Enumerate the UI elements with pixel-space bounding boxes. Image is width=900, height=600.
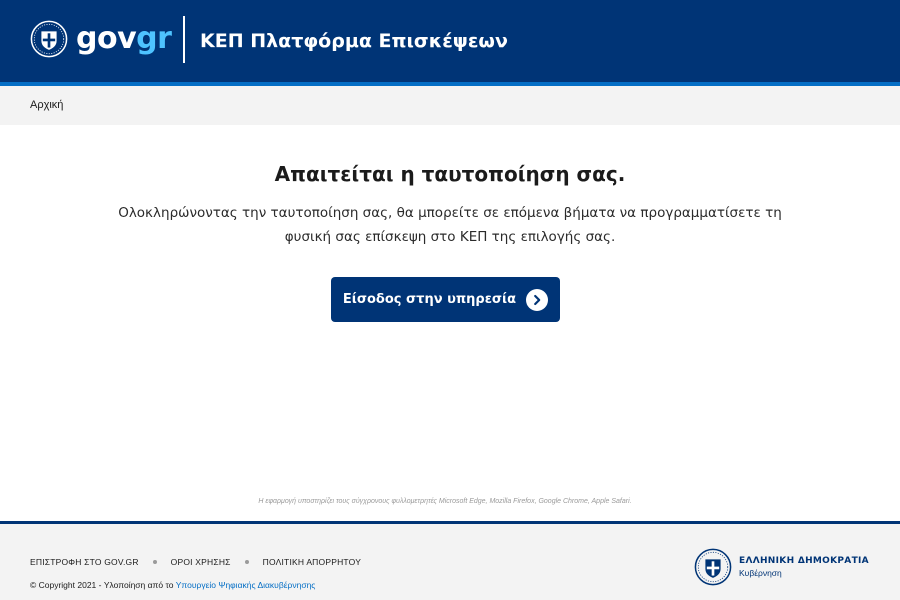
site-header: govgr ΚΕΠ Πλατφόρμα Επισκέψεων: [0, 0, 900, 82]
chevron-right-circle-icon: [526, 288, 549, 311]
separator-dot: [244, 560, 249, 564]
login-button[interactable]: Είσοδος στην υπηρεσία: [331, 277, 560, 322]
header-divider: [183, 16, 185, 63]
logo-gr-text: gr: [136, 21, 172, 56]
govgr-logo: govgr: [76, 20, 172, 58]
greek-coat-of-arms-icon: [694, 548, 732, 586]
footer-link-privacy[interactable]: ΠΟΛΙΤΙΚΗ ΑΠΟΡΡΗΤΟΥ: [263, 557, 361, 567]
logo-gov-text: gov: [76, 21, 137, 56]
hellenic-republic-title: ΕΛΛΗΝΙΚΗ ΔΗΜΟΚΡΑΤΙΑ: [739, 556, 869, 566]
site-footer: ΕΠΙΣΤΡΟΦΗ ΣΤΟ GOV.GR ΟΡΟΙ ΧΡΗΣΗΣ ΠΟΛΙΤΙΚ…: [0, 524, 900, 600]
breadcrumb-home-link[interactable]: Αρχική: [30, 99, 63, 111]
govgr-home-link[interactable]: govgr: [30, 20, 172, 58]
greek-coat-of-arms-icon: [30, 20, 68, 58]
copyright-prefix: © Copyright 2021 - Υλοποίηση από το: [30, 580, 174, 590]
breadcrumb: Αρχική: [0, 86, 900, 125]
footer-link-terms[interactable]: ΟΡΟΙ ΧΡΗΣΗΣ: [171, 557, 231, 567]
page-description: Ολοκληρώνοντας την ταυτοποίηση σας, θα μ…: [118, 205, 782, 245]
separator-dot: [152, 560, 157, 564]
government-subtitle: Κυβέρνηση: [739, 568, 782, 578]
hellenic-text: ΕΛΛΗΝΙΚΗ ΔΗΜΟΚΡΑΤΙΑ Κυβέρνηση: [739, 556, 869, 578]
footer-link-gov-gr[interactable]: ΕΠΙΣΤΡΟΦΗ ΣΤΟ GOV.GR: [30, 557, 139, 567]
copyright-text: © Copyright 2021 - Υλοποίηση από το Υπου…: [30, 580, 315, 590]
browser-support-note: Η εφαρμογή υποστηρίζει τους σύγχρονους φ…: [258, 498, 632, 505]
app-title: ΚΕΠ Πλατφόρμα Επισκέψεων: [200, 30, 508, 52]
hellenic-republic-logo[interactable]: ΕΛΛΗΝΙΚΗ ΔΗΜΟΚΡΑΤΙΑ Κυβέρνηση: [694, 548, 869, 586]
login-button-label: Είσοδος στην υπηρεσία: [342, 292, 517, 307]
page-title: Απαιτείται η ταυτοποίηση σας.: [274, 162, 626, 186]
ministry-link[interactable]: Υπουργείο Ψηφιακής Διακυβέρνησης: [176, 580, 316, 590]
footer-links: ΕΠΙΣΤΡΟΦΗ ΣΤΟ GOV.GR ΟΡΟΙ ΧΡΗΣΗΣ ΠΟΛΙΤΙΚ…: [30, 557, 361, 567]
